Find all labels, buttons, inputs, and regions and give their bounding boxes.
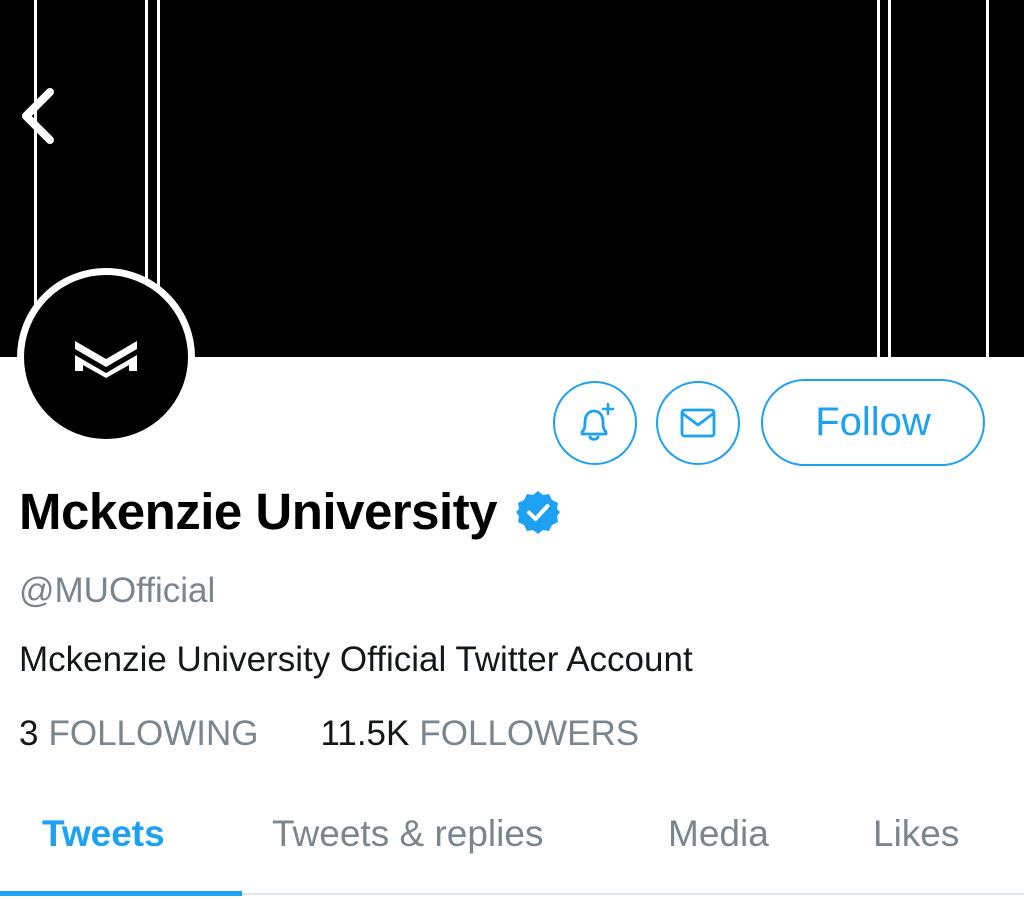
follow-button[interactable]: Follow [761, 379, 985, 466]
following-count: 3 [19, 714, 39, 753]
active-tab-indicator [0, 891, 242, 896]
chevron-left-icon [22, 88, 54, 144]
bell-plus-icon [580, 402, 615, 441]
followers-count: 11.5K [320, 714, 410, 753]
notifications-button[interactable] [553, 381, 637, 465]
followers-stat[interactable]: 11.5K FOLLOWERS [321, 714, 640, 754]
name-row: Mckenzie University [19, 482, 561, 541]
verified-badge-icon [516, 490, 561, 534]
avatar[interactable] [17, 268, 195, 446]
following-stat[interactable]: 3 FOLLOWING [19, 714, 259, 754]
envelope-icon [680, 408, 716, 438]
display-name: Mckenzie University [19, 483, 498, 540]
following-label: FOLLOWING [48, 714, 259, 753]
message-button[interactable] [656, 381, 740, 465]
banner-stripe [986, 0, 989, 357]
tab-tweets[interactable]: Tweets [42, 813, 165, 855]
profile-tabs: Tweets Tweets & replies Media Likes [0, 790, 1024, 896]
mu-logo [75, 341, 137, 378]
tab-media[interactable]: Media [668, 813, 769, 855]
tab-tweets-replies[interactable]: Tweets & replies [272, 813, 543, 855]
tab-likes[interactable]: Likes [873, 813, 959, 855]
followers-label: FOLLOWERS [419, 714, 640, 753]
profile-bio: Mckenzie University Official Twitter Acc… [19, 640, 693, 679]
banner-stripe [877, 0, 880, 357]
profile-handle: @MUOfficial [19, 571, 216, 610]
profile-stats: 3 FOLLOWING 11.5K FOLLOWERS [19, 714, 639, 754]
banner-stripe [888, 0, 891, 357]
back-button[interactable] [12, 82, 64, 150]
